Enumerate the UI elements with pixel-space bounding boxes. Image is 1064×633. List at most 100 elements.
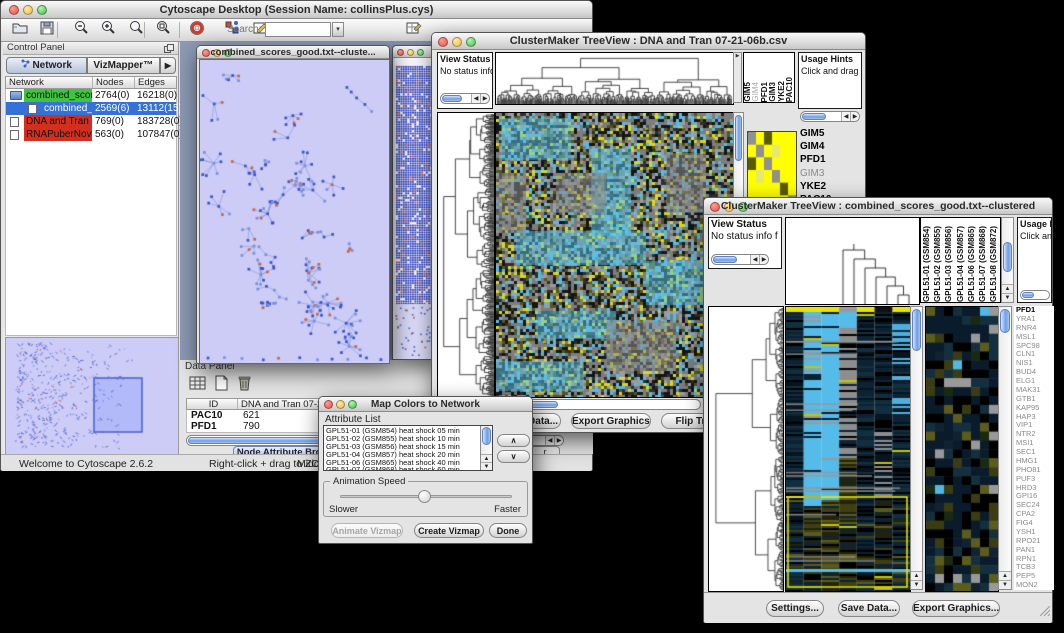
gene-label[interactable]: TCB3: [1014, 563, 1054, 572]
network2-titlebar[interactable]: [393, 46, 436, 58]
scroll-up-icon[interactable]: ▲: [481, 454, 492, 462]
scroll-up-icon[interactable]: ▲: [911, 571, 922, 580]
gene-label[interactable]: ELG1: [1014, 377, 1054, 386]
gene-label[interactable]: HAP3: [1014, 413, 1054, 422]
col-id[interactable]: ID: [187, 399, 237, 409]
speed-slider-thumb[interactable]: [418, 490, 431, 503]
network-row[interactable]: DNA and Tran 07769(0)183728(0): [6, 115, 176, 128]
close-icon[interactable]: [397, 49, 404, 56]
gene-label[interactable]: MSL1: [1014, 333, 1054, 342]
scrollbar-thumb[interactable]: [713, 256, 737, 263]
export-graphics-button[interactable]: Export Graphics...: [912, 600, 1000, 617]
column-label[interactable]: GPL51-01 (GSM854): [921, 226, 932, 302]
scroll-left-icon[interactable]: ◀: [471, 94, 480, 103]
zoom-in-icon[interactable]: [99, 19, 118, 37]
zoom-selected-icon[interactable]: [154, 19, 173, 37]
tab-overflow-icon[interactable]: ▶: [160, 57, 176, 74]
gene-label[interactable]: SPC98: [1014, 342, 1054, 351]
treeview1-mini-scrollbar[interactable]: ▶: [733, 52, 742, 103]
scroll-up-icon[interactable]: ▲: [1002, 284, 1013, 293]
gene-label[interactable]: MAK31: [1014, 386, 1054, 395]
col-edges[interactable]: Edges: [134, 77, 178, 88]
gene-label[interactable]: GIM3: [798, 167, 843, 180]
scrollbar-thumb[interactable]: [1022, 292, 1034, 298]
scrollbar-thumb[interactable]: [1000, 309, 1010, 333]
network2-canvas[interactable]: [395, 58, 436, 359]
gene-label[interactable]: PUF3: [1014, 475, 1054, 484]
treeview1-row-dendrogram[interactable]: [437, 112, 495, 398]
listbox-scrollbar[interactable]: ▲ ▼: [480, 426, 492, 470]
scrollbar-thumb[interactable]: [442, 95, 462, 102]
save-data-button[interactable]: Save Data...: [838, 600, 900, 617]
attribute-select-icon[interactable]: [188, 374, 208, 397]
treeview1-column-dendrogram[interactable]: [495, 52, 734, 105]
column-label[interactable]: GIM3: [769, 82, 777, 102]
gene-label[interactable]: GIM4: [798, 140, 843, 153]
settings-button[interactable]: Settings...: [766, 600, 824, 617]
gene-label[interactable]: HRD3: [1014, 484, 1054, 493]
search-input[interactable]: [265, 22, 331, 37]
float-panel-icon[interactable]: [164, 44, 174, 57]
scrollbar-thumb[interactable]: [912, 309, 921, 351]
scroll-right-icon[interactable]: ▶: [554, 436, 563, 445]
column-label[interactable]: GPL51-04 (GSM857): [955, 226, 966, 302]
gene-label[interactable]: SEC24: [1014, 501, 1054, 510]
gene-label[interactable]: NTR2: [1014, 430, 1054, 439]
dialog-titlebar[interactable]: Map Colors to Network: [319, 397, 532, 412]
scroll-right-icon[interactable]: ▶: [850, 112, 859, 121]
treeview1-status-scrollbar[interactable]: ◀ ▶: [440, 93, 490, 104]
scroll-right-icon[interactable]: ▶: [759, 255, 768, 264]
network-table-header[interactable]: Network Nodes Edges: [5, 76, 177, 89]
open-file-icon[interactable]: [11, 19, 30, 37]
scroll-down-icon[interactable]: ▼: [1002, 293, 1013, 302]
gene-label[interactable]: PAN1: [1014, 546, 1054, 555]
gene-label[interactable]: PEP5: [1014, 572, 1054, 581]
scrollbar-thumb[interactable]: [735, 115, 742, 161]
column-label[interactable]: GPL51-03 (GSM856): [943, 226, 954, 302]
scroll-right-icon[interactable]: ▶: [480, 94, 489, 103]
treeview2-vscrollbar[interactable]: ▲ ▼: [910, 306, 923, 590]
zoom-actual-icon[interactable]: [127, 19, 146, 37]
zoom-out-icon[interactable]: [72, 19, 91, 37]
network-row[interactable]: combined_scores2764(0)16218(0): [6, 89, 176, 102]
scroll-up-icon[interactable]: ▲: [999, 571, 1011, 580]
scrollbar-thumb[interactable]: [1003, 242, 1012, 272]
treeview2-status-scrollbar[interactable]: ◀ ▶: [711, 254, 769, 265]
treeview2-titlebar[interactable]: ClusterMaker TreeView : combined_scores_…: [704, 198, 1052, 215]
birdseye-view[interactable]: [5, 337, 179, 455]
gene-label[interactable]: RNR4: [1014, 324, 1054, 333]
gene-label[interactable]: RPO21: [1014, 537, 1054, 546]
scrollbar-thumb[interactable]: [482, 427, 491, 445]
maximize-icon[interactable]: [417, 49, 424, 56]
gene-label[interactable]: NIS1: [1014, 359, 1054, 368]
treeview1-usage-scrollbar[interactable]: ◀ ▶: [800, 111, 860, 122]
delete-attribute-icon[interactable]: [235, 374, 255, 397]
scroll-down-icon[interactable]: ▼: [999, 580, 1011, 589]
new-attribute-icon[interactable]: [212, 374, 232, 397]
treeview1-heatmap[interactable]: [495, 112, 734, 398]
treeview2-usage-scrollbar[interactable]: [1020, 290, 1050, 300]
treeview2-zoom-heatmap[interactable]: [925, 306, 999, 592]
gene-label[interactable]: RPN1: [1014, 555, 1054, 564]
gene-label[interactable]: HMG1: [1014, 457, 1054, 466]
gene-label[interactable]: PFD1: [1014, 306, 1054, 315]
attribute-list-item[interactable]: GPL51-07 (GSM868) heat shock 60 min: [326, 466, 492, 471]
column-label[interactable]: GPL51-02 (GSM855): [932, 226, 943, 302]
gene-label[interactable]: SEC1: [1014, 448, 1054, 457]
create-vizmap-button[interactable]: Create Vizmap: [414, 523, 484, 538]
treeview2-column-dendrogram[interactable]: [785, 217, 920, 305]
tab-network[interactable]: Network: [6, 57, 87, 74]
gene-label[interactable]: VIP1: [1014, 421, 1054, 430]
export-graphics-button[interactable]: Export Graphics...: [571, 413, 651, 429]
treeview2-label-scrollbar[interactable]: ▲ ▼: [1001, 217, 1014, 303]
scroll-left-icon[interactable]: ◀: [750, 255, 759, 264]
treeview2-heatmap[interactable]: [785, 306, 911, 592]
move-down-button[interactable]: ∨: [497, 450, 530, 463]
network1-canvas[interactable]: [199, 59, 390, 364]
gene-label[interactable]: GIM5: [798, 127, 843, 140]
attribute-listbox[interactable]: GPL51-01 (GSM854) heat shock 05 minGPL51…: [323, 425, 493, 471]
gene-label[interactable]: CPA2: [1014, 510, 1054, 519]
gene-label[interactable]: CLN1: [1014, 350, 1054, 359]
gene-label[interactable]: KAP95: [1014, 404, 1054, 413]
gene-label[interactable]: YRA1: [1014, 315, 1054, 324]
